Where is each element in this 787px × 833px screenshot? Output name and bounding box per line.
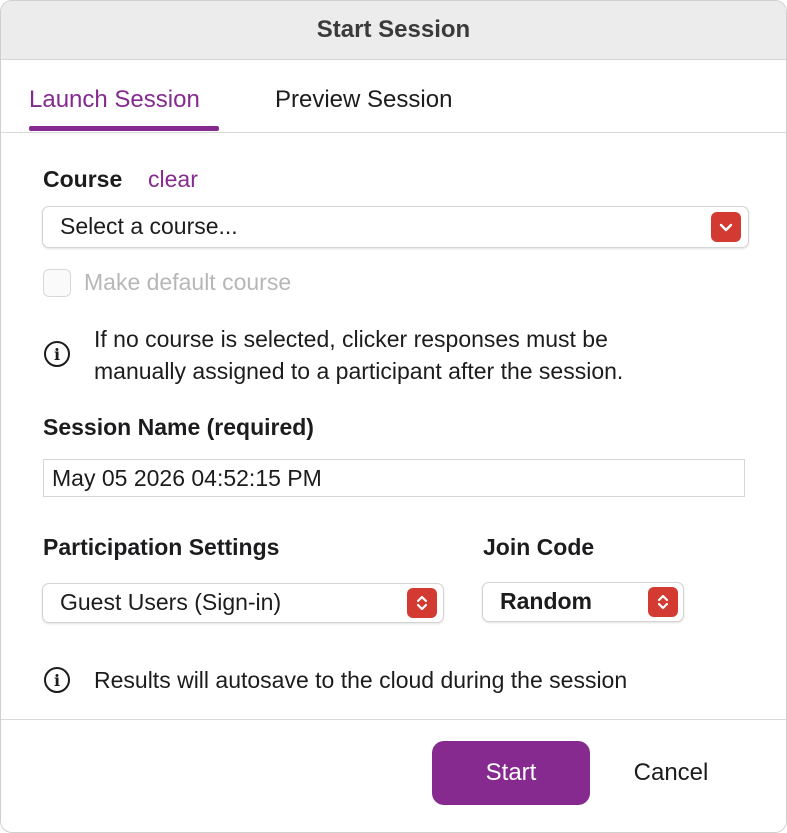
join-code-value: Random: [500, 588, 592, 614]
chevron-up-down-icon: [407, 588, 437, 618]
course-label: Course: [43, 166, 123, 192]
cancel-button[interactable]: Cancel: [621, 741, 721, 805]
tab-launch-session[interactable]: Launch Session: [29, 86, 200, 114]
participation-settings-select[interactable]: Guest Users (Sign-in): [42, 583, 444, 623]
title-bar: Start Session: [1, 1, 786, 60]
make-default-course-label: Make default course: [84, 269, 292, 295]
session-name-field[interactable]: [43, 459, 745, 497]
make-default-course-checkbox[interactable]: [43, 269, 71, 297]
clear-course-link[interactable]: clear: [148, 166, 198, 193]
join-code-label: Join Code: [483, 534, 595, 560]
dialog-footer: Start Cancel: [1, 719, 786, 832]
participation-settings-value: Guest Users (Sign-in): [60, 589, 282, 615]
autosave-note: Results will autosave to the cloud durin…: [94, 667, 628, 693]
course-info-line1: If no course is selected, clicker respon…: [94, 326, 608, 352]
session-name-label: Session Name (required): [43, 414, 314, 440]
course-select-value: Select a course...: [60, 213, 238, 239]
info-circle-icon: i: [44, 341, 70, 367]
start-session-dialog: Start Session Launch Session Preview Ses…: [0, 0, 787, 833]
participation-settings-label: Participation Settings: [43, 534, 280, 560]
tab-preview-session[interactable]: Preview Session: [275, 86, 452, 114]
join-code-select[interactable]: Random: [482, 582, 684, 622]
info-circle-icon: i: [44, 667, 70, 693]
start-button[interactable]: Start: [432, 741, 590, 805]
chevron-down-icon: [711, 212, 741, 242]
window-title: Start Session: [316, 16, 471, 43]
active-tab-indicator: [29, 126, 219, 131]
tab-bar: Launch Session Preview Session: [1, 60, 786, 133]
chevron-up-down-icon: [648, 587, 678, 617]
course-select[interactable]: Select a course...: [42, 206, 749, 248]
session-name-input[interactable]: [44, 460, 744, 496]
course-info-line2: manually assigned to a participant after…: [94, 358, 624, 384]
